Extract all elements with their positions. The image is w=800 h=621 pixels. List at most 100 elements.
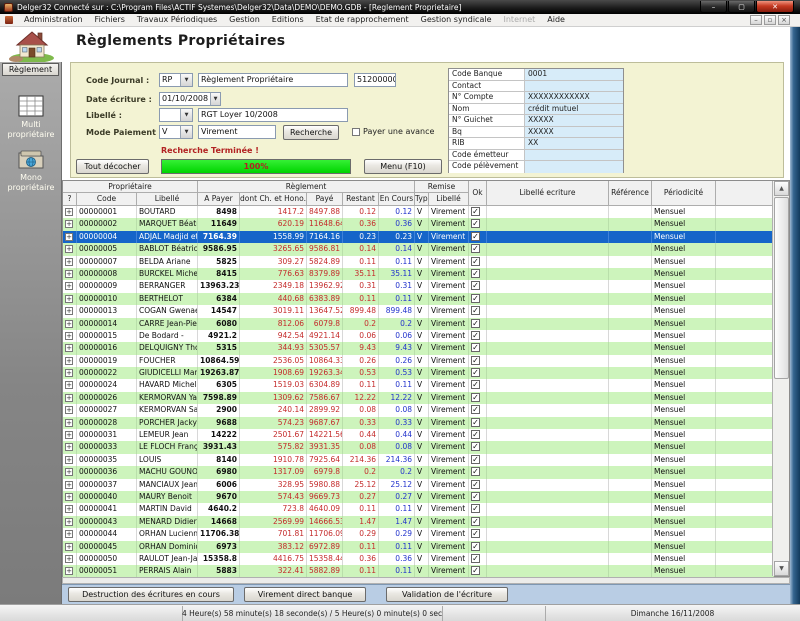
bank-field-value[interactable]: XX <box>525 138 623 149</box>
expand-icon[interactable]: + <box>65 295 73 303</box>
ok-checkbox[interactable]: ✓ <box>471 331 480 340</box>
expand-icon[interactable]: + <box>65 233 73 241</box>
bank-field-value[interactable]: 0001 <box>525 69 623 80</box>
scroll-up-icon[interactable]: ▲ <box>774 181 789 196</box>
ok-checkbox[interactable]: ✓ <box>471 319 480 328</box>
expand-icon[interactable]: + <box>65 258 73 266</box>
grid-row[interactable]: +00000008BURCKEL Michel8415776.638379.89… <box>63 268 774 280</box>
mdi-restore-button[interactable]: ▫ <box>764 15 776 25</box>
bank-field-value[interactable]: XXXXX <box>525 127 623 138</box>
col-header-reference[interactable]: Référence <box>609 181 652 206</box>
col-header-periodicite[interactable]: Périodicité <box>652 181 716 206</box>
expand-icon[interactable]: + <box>65 344 73 352</box>
bank-field-value[interactable] <box>525 161 623 173</box>
ok-checkbox[interactable]: ✓ <box>471 232 480 241</box>
destruction-ecritures-button[interactable]: Destruction des écritures en cours <box>68 587 234 602</box>
expand-icon[interactable]: + <box>65 369 73 377</box>
grid-row[interactable]: +00000015De Bodard -4921.2942.544921.140… <box>63 330 774 342</box>
expand-icon[interactable]: + <box>65 443 73 451</box>
grid-row[interactable]: +00000041MARTIN David4640.2723.84640.090… <box>63 503 774 515</box>
expand-icon[interactable]: + <box>65 332 73 340</box>
maximize-button[interactable]: ▢ <box>728 1 755 13</box>
expand-icon[interactable]: + <box>65 282 73 290</box>
grid-row[interactable]: +00000033LE FLOCH François3931.43575.823… <box>63 441 774 453</box>
ok-checkbox[interactable]: ✓ <box>471 294 480 303</box>
menu-travaux-p-riodiques[interactable]: Travaux Périodiques <box>131 14 223 26</box>
ok-checkbox[interactable]: ✓ <box>471 529 480 538</box>
scrollbar-thumb[interactable] <box>774 197 789 379</box>
ok-checkbox[interactable]: ✓ <box>471 430 480 439</box>
bank-field-value[interactable]: crédit mutuel <box>525 104 623 115</box>
grid-row[interactable]: +00000045ORHAN Dominique6973383.126972.8… <box>63 541 774 553</box>
libelle-field[interactable]: RGT Loyer 10/2008 <box>198 108 348 122</box>
expand-icon[interactable]: + <box>65 567 73 575</box>
bank-field-value[interactable] <box>525 81 623 92</box>
payer-avance-checkbox[interactable] <box>352 128 360 136</box>
ok-checkbox[interactable]: ✓ <box>471 306 480 315</box>
grid-row[interactable]: +00000009BERRANGER13963.232349.1813962.9… <box>63 280 774 292</box>
expand-icon[interactable]: + <box>65 431 73 439</box>
menu-gestion[interactable]: Gestion <box>223 14 266 26</box>
grid-row[interactable]: +00000002MARQUET Béatrice11649620.191164… <box>63 218 774 230</box>
ok-checkbox[interactable]: ✓ <box>471 368 480 377</box>
grid-row[interactable]: +00000024HAVARD Michel63051519.036304.89… <box>63 379 774 391</box>
mdi-minimize-button[interactable]: – <box>750 15 762 25</box>
expand-icon[interactable]: + <box>65 270 73 278</box>
grid-row[interactable]: +00000016DELQUIGNY Thomas5315344.935305.… <box>63 342 774 354</box>
minimize-button[interactable]: – <box>700 1 727 13</box>
date-ecriture-combo[interactable]: 01/10/2008 ▼ <box>159 92 221 106</box>
ok-checkbox[interactable]: ✓ <box>471 405 480 414</box>
ok-checkbox[interactable]: ✓ <box>471 393 480 402</box>
menu-gestion-syndicale[interactable]: Gestion syndicale <box>415 14 498 26</box>
grid-row[interactable]: +00000043MENARD Didier146682569.9914666.… <box>63 516 774 528</box>
grid-row[interactable]: +00000040MAURY Benoit9670574.439669.730.… <box>63 491 774 503</box>
ok-checkbox[interactable]: ✓ <box>471 244 480 253</box>
expand-icon[interactable]: + <box>65 245 73 253</box>
horizontal-scrollbar[interactable] <box>62 577 790 584</box>
grid-row[interactable]: +00000035LOUIS81401910.787925.64214.3621… <box>63 454 774 466</box>
grid-row[interactable]: +00000013COGAN Gwenael145473019.1113647.… <box>63 305 774 317</box>
menu-aide[interactable]: Aide <box>541 14 571 26</box>
expand-icon[interactable]: + <box>65 381 73 389</box>
multi-proprietaire-icon[interactable] <box>18 95 44 117</box>
col-header-expand[interactable]: ? <box>63 193 77 206</box>
sidebar-item-multi-proprietaire[interactable]: Multi propriétaire <box>0 120 62 140</box>
expand-icon[interactable]: + <box>65 530 73 538</box>
mode-paiement-combo[interactable]: V ▼ <box>159 125 193 139</box>
sidebar-item-mono-proprietaire[interactable]: Mono propriétaire <box>0 173 62 193</box>
col-header-remise-libelle[interactable]: Libellé <box>429 193 469 206</box>
col-header-type[interactable]: Type <box>415 193 429 206</box>
col-header-a-payer[interactable]: A Payer <box>198 193 240 206</box>
grid-row[interactable]: +00000027KERMORVAN Samuel2900240.142899.… <box>63 404 774 416</box>
validation-ecriture-button[interactable]: Validation de l'écriture <box>386 587 508 602</box>
expand-icon[interactable]: + <box>65 555 73 563</box>
col-header-restant[interactable]: Restant <box>343 193 379 206</box>
ok-checkbox[interactable]: ✓ <box>471 542 480 551</box>
expand-icon[interactable]: + <box>65 220 73 228</box>
mdi-close-button[interactable]: × <box>778 15 790 25</box>
bank-field-value[interactable]: XXXXX <box>525 115 623 126</box>
ok-checkbox[interactable]: ✓ <box>471 566 480 575</box>
expand-icon[interactable]: + <box>65 456 73 464</box>
menu-fichiers[interactable]: Fichiers <box>89 14 131 26</box>
ok-checkbox[interactable]: ✓ <box>471 219 480 228</box>
menu-administration[interactable]: Administration <box>18 14 89 26</box>
col-header-paye[interactable]: Payé <box>307 193 343 206</box>
close-button[interactable]: ✕ <box>756 1 794 13</box>
grid-row[interactable]: +00000051PERRAIS Alain5883322.415882.890… <box>63 565 774 577</box>
ok-checkbox[interactable]: ✓ <box>471 281 480 290</box>
menu-etat-de-rapprochement[interactable]: Etat de rapprochement <box>310 14 415 26</box>
expand-icon[interactable]: + <box>65 208 73 216</box>
expand-icon[interactable]: + <box>65 493 73 501</box>
grid-row[interactable]: +00000001BOUTARD84981417.28497.880.120.1… <box>63 206 774 218</box>
expand-icon[interactable]: + <box>65 406 73 414</box>
ok-checkbox[interactable]: ✓ <box>471 442 480 451</box>
ok-checkbox[interactable]: ✓ <box>471 467 480 476</box>
ok-checkbox[interactable]: ✓ <box>471 343 480 352</box>
ok-checkbox[interactable]: ✓ <box>471 257 480 266</box>
grid-row[interactable]: +00000007BELDA Ariane5825309.275824.890.… <box>63 256 774 268</box>
code-journal-name-field[interactable]: Règlement Propriétaire <box>198 73 348 87</box>
ok-checkbox[interactable]: ✓ <box>471 492 480 501</box>
grid-row[interactable]: +00000028PORCHER Jacky9688574.239687.670… <box>63 417 774 429</box>
grid-row[interactable]: +00000014CARRE Jean-Pierre6080812.066079… <box>63 318 774 330</box>
